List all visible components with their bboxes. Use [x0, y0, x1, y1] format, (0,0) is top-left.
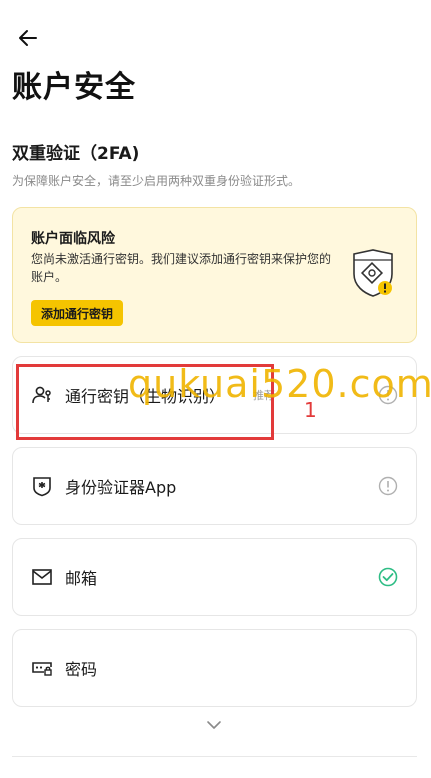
- authenticator-shield-icon: [31, 475, 53, 497]
- password-label: 密码: [65, 660, 98, 679]
- section-description: 为保障账户安全，请至少启用两种双重身份验证形式。: [12, 174, 301, 188]
- user-key-icon: [31, 384, 53, 406]
- email-item[interactable]: 邮箱: [12, 538, 417, 616]
- risk-description: 您尚未激活通行密钥。我们建议添加通行密钥来保护您的账户。: [31, 252, 332, 284]
- info-outline-icon: [378, 385, 398, 405]
- password-icon: [31, 657, 53, 679]
- page-title: 账户安全: [12, 70, 136, 105]
- risk-title: 账户面临风险: [31, 231, 115, 247]
- recommended-badge: 推荐: [253, 389, 275, 402]
- authenticator-label: 身份验证器App: [65, 478, 177, 497]
- passkey-label: 通行密钥（生物识别）: [65, 387, 226, 406]
- add-passkey-button[interactable]: 添加通行密钥: [31, 300, 124, 326]
- passkey-item[interactable]: 通行密钥（生物识别） 推荐: [12, 356, 417, 434]
- shield-warning-icon: [353, 249, 393, 297]
- divider: [12, 756, 417, 757]
- arrow-left-icon: [19, 30, 37, 46]
- chevron-down-icon[interactable]: [205, 716, 223, 734]
- check-circle-icon: [378, 567, 398, 587]
- risk-card: 账户面临风险 您尚未激活通行密钥。我们建议添加通行密钥来保护您的账户。 添加通行…: [12, 207, 417, 343]
- info-outline-icon: [378, 476, 398, 496]
- password-item[interactable]: 密码: [12, 629, 417, 707]
- email-label: 邮箱: [65, 569, 98, 588]
- mail-icon: [31, 566, 53, 588]
- section-title: 双重验证（2FA): [12, 144, 140, 164]
- back-button[interactable]: [14, 24, 42, 52]
- authenticator-item[interactable]: 身份验证器App: [12, 447, 417, 525]
